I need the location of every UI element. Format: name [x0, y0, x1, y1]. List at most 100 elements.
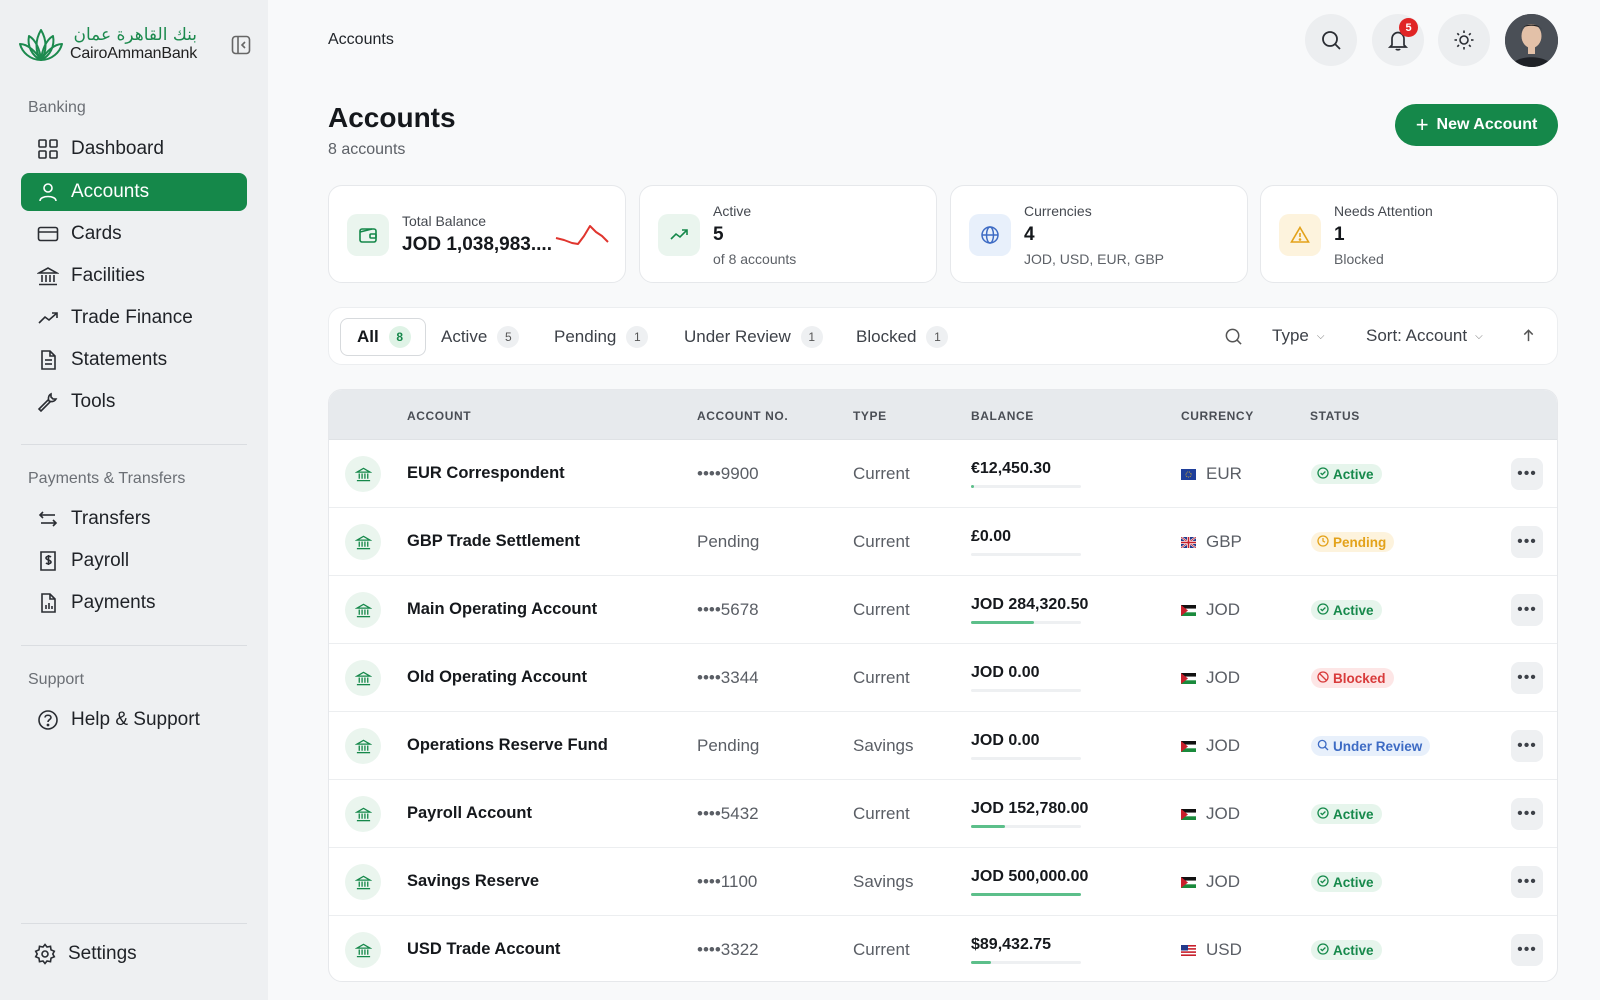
avatar[interactable] — [1505, 14, 1558, 67]
row-actions-button[interactable]: ••• — [1511, 458, 1543, 490]
table-row[interactable]: GBP Trade Settlement Pending Current £0.00 G… — [329, 508, 1557, 576]
sidebar-item-label: Help & Support — [71, 709, 200, 730]
tab-blocked[interactable]: Blocked 1 — [856, 318, 949, 356]
stat-value: 4 — [1024, 224, 1035, 245]
sidebar-item-statements[interactable]: Statements — [21, 341, 247, 379]
sidebar-item-settings[interactable]: Settings — [18, 935, 244, 973]
tab-under-review[interactable]: Under Review 1 — [684, 318, 823, 356]
account-name[interactable]: Operations Reserve Fund — [407, 736, 608, 755]
account-currency: JOD — [1181, 804, 1240, 824]
currency-code: JOD — [1206, 668, 1240, 687]
sidebar-item-payroll[interactable]: Payroll — [21, 542, 247, 580]
tab-count: 1 — [800, 326, 823, 348]
status-label: Active — [1333, 874, 1374, 890]
new-account-label: New Account — [1436, 116, 1538, 133]
chevron-down-icon: ⌵ — [1475, 330, 1483, 342]
theme-toggle-button[interactable] — [1438, 14, 1490, 66]
sidebar-item-cards[interactable]: Cards — [21, 215, 247, 253]
account-name[interactable]: Payroll Account — [407, 804, 532, 823]
sidebar-item-trade-finance[interactable]: Trade Finance — [21, 299, 247, 337]
row-actions-button[interactable]: ••• — [1511, 594, 1543, 626]
column-header[interactable]: STATUS — [1310, 409, 1360, 423]
brand-logo[interactable]: بنك القاهرة عمان CairoAmmanBank — [18, 24, 197, 64]
sidebar-item-tools[interactable]: Tools — [21, 383, 247, 421]
account-currency: GBP — [1181, 532, 1242, 552]
stat-value: 5 — [713, 224, 724, 245]
tab-label: Pending — [554, 327, 617, 346]
sidebar-item-dashboard[interactable]: Dashboard — [21, 130, 247, 168]
currency-code: EUR — [1206, 464, 1242, 483]
page-title: Accounts — [328, 102, 456, 133]
account-currency: EUR — [1181, 464, 1242, 484]
account-type: Current — [853, 804, 910, 823]
check-circle-icon — [1317, 874, 1329, 890]
tab-pending[interactable]: Pending 1 — [554, 318, 649, 356]
flag-jod-icon — [1181, 740, 1196, 752]
balance-bar — [971, 553, 1081, 556]
row-actions-button[interactable]: ••• — [1511, 730, 1543, 762]
status-badge: Active — [1311, 464, 1382, 484]
tab-label: Under Review — [684, 327, 791, 346]
account-type: Current — [853, 668, 910, 687]
sort-direction-button[interactable] — [1521, 328, 1536, 343]
type-filter-dropdown[interactable]: Type ⌵ — [1272, 326, 1324, 346]
table-row[interactable]: Payroll Account ••••5432 Current JOD 152,78… — [329, 780, 1557, 848]
account-balance: JOD 152,780.00 — [971, 800, 1089, 817]
account-name[interactable]: Old Operating Account — [407, 668, 587, 687]
tab-active[interactable]: Active 5 — [441, 318, 520, 356]
collapse-sidebar-icon[interactable] — [231, 35, 251, 55]
column-header[interactable]: BALANCE — [971, 409, 1034, 423]
sidebar-item-transfers[interactable]: Transfers — [21, 500, 247, 538]
sidebar-item-payments[interactable]: Payments — [21, 584, 247, 622]
account-name[interactable]: EUR Correspondent — [407, 464, 565, 483]
status-label: Active — [1333, 602, 1374, 618]
stat-label: Total Balance — [402, 213, 487, 229]
sidebar-item-accounts[interactable]: Accounts — [21, 173, 247, 211]
stat-label: Active — [713, 203, 752, 219]
new-account-button[interactable]: + New Account — [1395, 104, 1558, 146]
account-name[interactable]: Savings Reserve — [407, 872, 539, 891]
column-header[interactable]: ACCOUNT — [407, 409, 471, 423]
column-header[interactable]: TYPE — [853, 409, 887, 423]
sidebar-item-label: Tools — [71, 391, 116, 412]
bank-icon — [37, 265, 59, 287]
check-circle-icon — [1317, 806, 1329, 822]
column-header[interactable]: CURRENCY — [1181, 409, 1254, 423]
sidebar: بنك القاهرة عمان CairoAmmanBank Banking … — [0, 0, 268, 1000]
search-button[interactable] — [1305, 14, 1357, 66]
sidebar-item-facilities[interactable]: Facilities — [21, 257, 247, 295]
table-row[interactable]: EUR Correspondent ••••9900 Current €12,450.… — [329, 440, 1557, 508]
account-name[interactable]: Main Operating Account — [407, 600, 597, 619]
sort-dropdown[interactable]: Sort: Account ⌵ — [1366, 326, 1483, 346]
filter-search-button[interactable] — [1224, 327, 1243, 346]
column-header[interactable]: ACCOUNT NO. — [697, 409, 788, 423]
account-name[interactable]: USD Trade Account — [407, 940, 560, 959]
status-badge: Active — [1311, 872, 1382, 892]
help-icon — [37, 709, 59, 731]
table-row[interactable]: Savings Reserve ••••1100 Savings JOD 500,00… — [329, 848, 1557, 916]
row-actions-button[interactable]: ••• — [1511, 798, 1543, 830]
tab-all[interactable]: All 8 — [340, 318, 426, 356]
table-row[interactable]: Main Operating Account ••••5678 Current JOD… — [329, 576, 1557, 644]
flag-jod-icon — [1181, 876, 1196, 888]
tab-count: 5 — [497, 326, 520, 348]
document-icon — [37, 349, 59, 371]
table-row[interactable]: Operations Reserve Fund Pending Savings JOD… — [329, 712, 1557, 780]
account-type: Savings — [853, 872, 914, 891]
tab-count: 1 — [926, 326, 949, 348]
row-actions-button[interactable]: ••• — [1511, 866, 1543, 898]
account-currency: USD — [1181, 940, 1242, 960]
globe-icon — [969, 214, 1011, 256]
nav-divider — [21, 645, 247, 646]
account-name[interactable]: GBP Trade Settlement — [407, 532, 580, 551]
table-row[interactable]: USD Trade Account ••••3322 Current $89,432.… — [329, 916, 1557, 981]
status-badge: Blocked — [1311, 668, 1394, 688]
sidebar-item-help-support[interactable]: Help & Support — [21, 701, 247, 739]
row-actions-button[interactable]: ••• — [1511, 526, 1543, 558]
balance-bar — [971, 893, 1081, 896]
notifications-button[interactable]: 5 — [1372, 14, 1424, 66]
row-actions-button[interactable]: ••• — [1511, 934, 1543, 966]
row-actions-button[interactable]: ••• — [1511, 662, 1543, 694]
plus-icon: + — [1415, 112, 1429, 137]
table-row[interactable]: Old Operating Account ••••3344 Current JOD … — [329, 644, 1557, 712]
